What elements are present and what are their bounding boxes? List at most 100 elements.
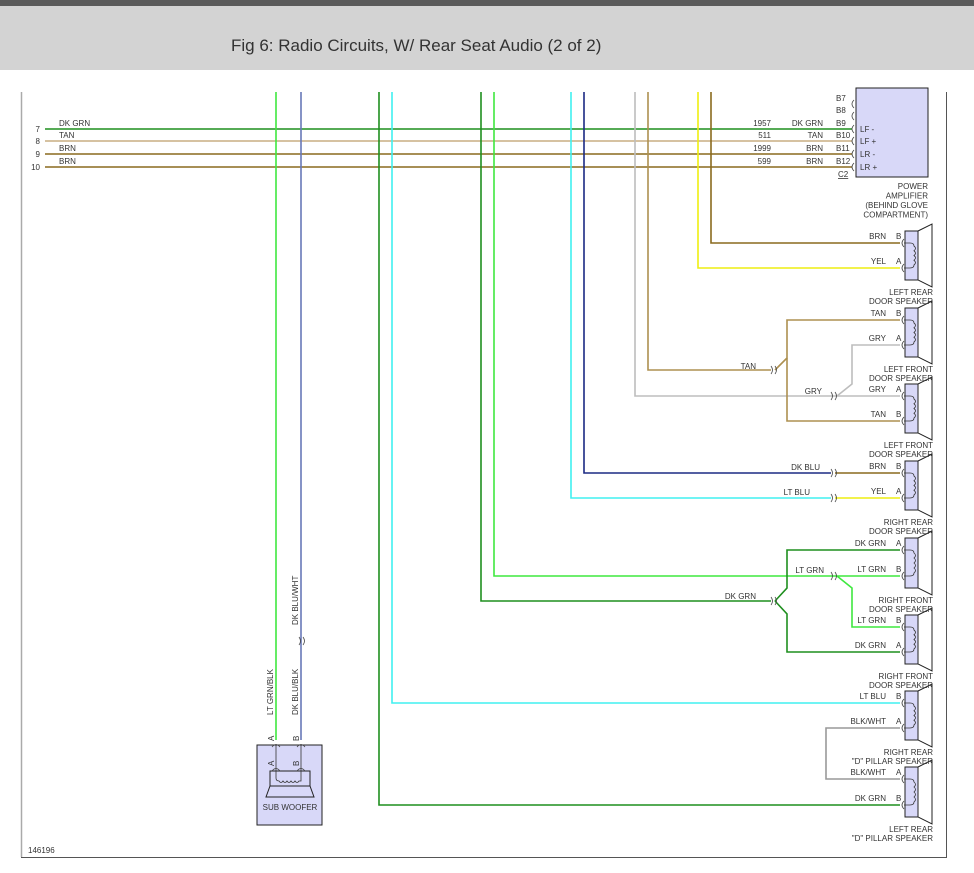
speaker-cone-icon <box>917 223 933 288</box>
speaker-wire-color: GRY <box>869 334 887 343</box>
subwoofer <box>256 744 323 826</box>
speaker-cone-icon <box>917 530 933 596</box>
amp-pin-icon <box>851 99 855 109</box>
speaker-wire-color: TAN <box>871 309 887 318</box>
splice-label: GRY <box>805 387 823 396</box>
circuit-number: 1999 <box>753 144 771 153</box>
circuit-number: 599 <box>758 157 772 166</box>
amp-pin-icon <box>851 136 855 146</box>
speaker-pin-id: A <box>896 641 902 650</box>
speaker-pin-icon <box>901 622 905 632</box>
amp-unused-pin: B7 <box>836 94 846 103</box>
speaker-magnet <box>904 307 919 358</box>
speaker-wire-color: BLK/WHT <box>850 768 886 777</box>
speaker-name-line: RIGHT FRONT <box>878 672 933 681</box>
amp-pin-icon <box>851 111 855 121</box>
speaker-pin-id: B <box>896 692 901 701</box>
speaker-pin-id: A <box>896 768 902 777</box>
rr-door-dk-blu-wire <box>583 92 831 474</box>
circuit-number: 511 <box>758 131 771 140</box>
speaker-wire-color: GRY <box>869 385 887 394</box>
harness-pin-number: 10 <box>31 163 40 172</box>
harness-wire-color-right: DK GRN <box>792 119 823 128</box>
speaker-pin-id: A <box>896 334 902 343</box>
speaker-7 <box>901 683 933 748</box>
subwoofer-wire-a-color: LT GRN/BLK <box>266 668 275 715</box>
splice-label: DK BLU <box>791 463 820 472</box>
speaker-name-line: LEFT FRONT <box>884 365 933 374</box>
speaker-pin-icon <box>901 545 905 555</box>
subwoofer-inner-pin-a: A <box>267 760 276 766</box>
splice-label: LT BLU <box>784 488 811 497</box>
speaker-1 <box>901 223 933 288</box>
speaker-wire-color: LT GRN <box>857 616 886 625</box>
speaker-name-line: "D" PILLAR SPEAKER <box>852 757 933 766</box>
speaker-pin-icon <box>901 263 905 273</box>
speaker-pin-id: B <box>896 410 901 419</box>
speaker-pin-icon <box>901 493 905 503</box>
speaker-name-line: DOOR SPEAKER <box>869 527 933 536</box>
harness-wire-color-right: TAN <box>808 131 824 140</box>
speaker-name-line: DOOR SPEAKER <box>869 374 933 383</box>
speaker-2 <box>901 300 933 365</box>
rf-dk-grn-wire <box>480 92 771 602</box>
harness-wire-color-right: BRN <box>806 144 823 153</box>
speaker-wire-color: DK GRN <box>855 794 886 803</box>
speaker-pin-icon <box>901 416 905 426</box>
speaker-cone-icon <box>917 376 933 441</box>
amp-name-line: COMPARTMENT) <box>863 211 928 220</box>
subwoofer-wire-b-upper-color: DK BLU/WHT <box>291 576 300 625</box>
speaker-5 <box>901 530 933 596</box>
speaker-wire-color: DK GRN <box>855 641 886 650</box>
speaker-cone-icon <box>917 300 933 365</box>
subwoofer-inner-pin-b: B <box>292 761 301 766</box>
lf-tan-wire <box>647 92 771 371</box>
amp-pin-id: B11 <box>836 144 850 153</box>
speaker-pin-id: B <box>896 232 901 241</box>
harness-wire-color-left: DK GRN <box>59 119 90 128</box>
amp-name-line: POWER <box>898 182 928 191</box>
lr-pillar-dk-grn-wire <box>378 92 900 806</box>
amp-name-line: AMPLIFIER <box>886 192 928 201</box>
speaker-pin-id: B <box>896 616 901 625</box>
speaker-magnet <box>904 383 919 434</box>
speaker-4 <box>901 453 933 518</box>
speaker-pin-icon <box>901 723 905 733</box>
speaker-pin-id: A <box>896 717 902 726</box>
harness-wire-color-left: BRN <box>59 157 76 166</box>
speaker-wire-color: YEL <box>871 257 887 266</box>
speaker-wire-color: YEL <box>871 487 887 496</box>
speaker-cone-icon <box>917 759 933 825</box>
speaker-cone-icon <box>917 607 933 672</box>
amp-pin-id: B9 <box>836 119 846 128</box>
splice-label: DK GRN <box>725 592 756 601</box>
harness-pin-number: 8 <box>36 137 41 146</box>
speaker-name-line: DOOR SPEAKER <box>869 450 933 459</box>
speaker-pin-id: B <box>896 462 901 471</box>
amp-terminal-label: LF + <box>860 137 877 146</box>
speaker-pin-id: B <box>896 309 901 318</box>
speaker-pin-icon <box>901 774 905 784</box>
rr-door-lt-blu-wire <box>570 92 831 499</box>
speaker-wire-color: BLK/WHT <box>850 717 886 726</box>
speaker-6 <box>901 607 933 672</box>
speaker-pin-icon <box>901 238 905 248</box>
speaker-pin-id: B <box>896 794 901 803</box>
speaker-magnet <box>904 230 919 281</box>
speaker-cone-icon <box>917 453 933 518</box>
speaker-pin-icon <box>901 391 905 401</box>
diagram-frame <box>20 92 947 858</box>
subwoofer-pin-b: B <box>292 736 301 741</box>
speaker-cone-icon <box>917 683 933 748</box>
subwoofer-box <box>256 744 323 826</box>
speaker-wire-color: DK GRN <box>855 539 886 548</box>
speaker-magnet <box>904 614 919 665</box>
speaker-pin-icon <box>901 698 905 708</box>
amp-pin-id: B12 <box>836 157 851 166</box>
speaker-name-line: RIGHT FRONT <box>878 596 933 605</box>
speaker-name-line: DOOR SPEAKER <box>869 681 933 690</box>
amp-name-line: (BEHIND GLOVE <box>865 201 928 210</box>
speaker-magnet <box>904 537 919 589</box>
speaker-pin-icon <box>901 315 905 325</box>
speaker-name-line: DOOR SPEAKER <box>869 605 933 614</box>
